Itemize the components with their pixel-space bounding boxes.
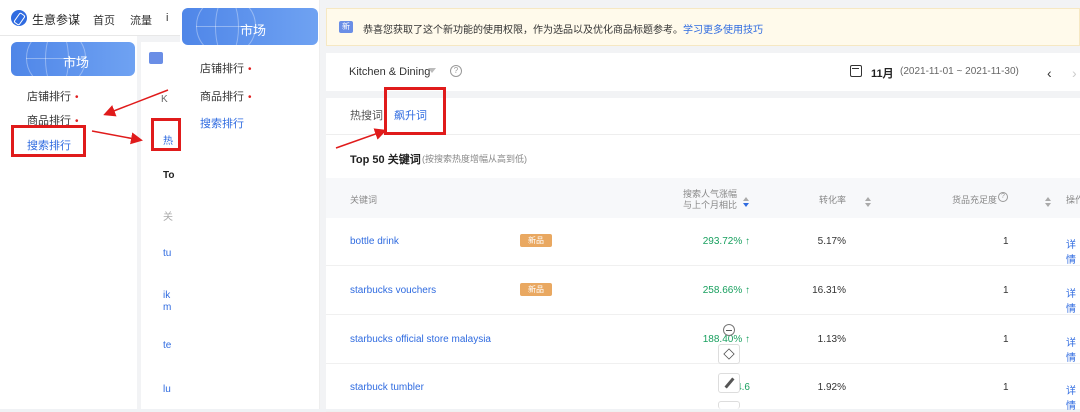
arrow-to-rising-tab [335, 128, 387, 149]
arrow-to-search-rank [103, 89, 169, 117]
annotation-arrows [91, 89, 387, 149]
arrow-to-hot-tab [91, 130, 143, 145]
